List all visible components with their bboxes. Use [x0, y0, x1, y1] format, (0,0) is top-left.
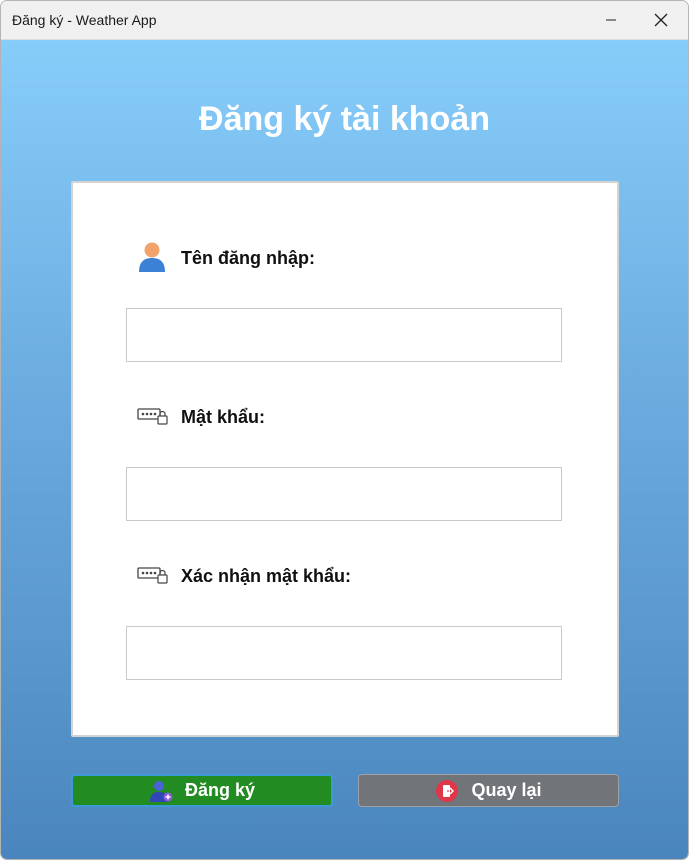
user-icon: [137, 241, 167, 278]
password-label: Mật khẩu:: [181, 407, 266, 427]
register-button[interactable]: Đăng ký: [71, 774, 333, 807]
title-bar: Đăng ký - Weather App: [1, 1, 688, 40]
close-button[interactable]: [638, 1, 684, 39]
password-icon: [137, 407, 169, 430]
app-window: Đăng ký - Weather App Đăng ký tài khoản …: [0, 0, 689, 860]
register-form-card: Tên đăng nhập: Mật khẩu: Xác nhận mật kh…: [71, 181, 619, 737]
window-title: Đăng ký - Weather App: [12, 12, 157, 28]
back-button[interactable]: Quay lại: [358, 774, 619, 807]
username-label: Tên đăng nhập:: [181, 248, 315, 268]
minimize-icon: [606, 19, 616, 21]
confirm-password-icon: [137, 566, 169, 589]
close-icon: [654, 13, 668, 27]
minimize-button[interactable]: [588, 1, 634, 39]
username-input[interactable]: [126, 308, 562, 362]
confirm-password-input[interactable]: [126, 626, 562, 680]
page-title: Đăng ký tài khoản: [199, 100, 490, 138]
register-button-label: Đăng ký: [184, 780, 256, 800]
exit-door-icon: [435, 779, 459, 803]
confirm-password-label: Xác nhận mật khẩu:: [181, 566, 352, 586]
register-panel: Đăng ký tài khoản Tên đăng nhập: Mật khẩ…: [1, 40, 688, 859]
back-button-label: Quay lại: [471, 780, 542, 800]
add-user-icon: [149, 779, 173, 803]
password-input[interactable]: [126, 467, 562, 521]
